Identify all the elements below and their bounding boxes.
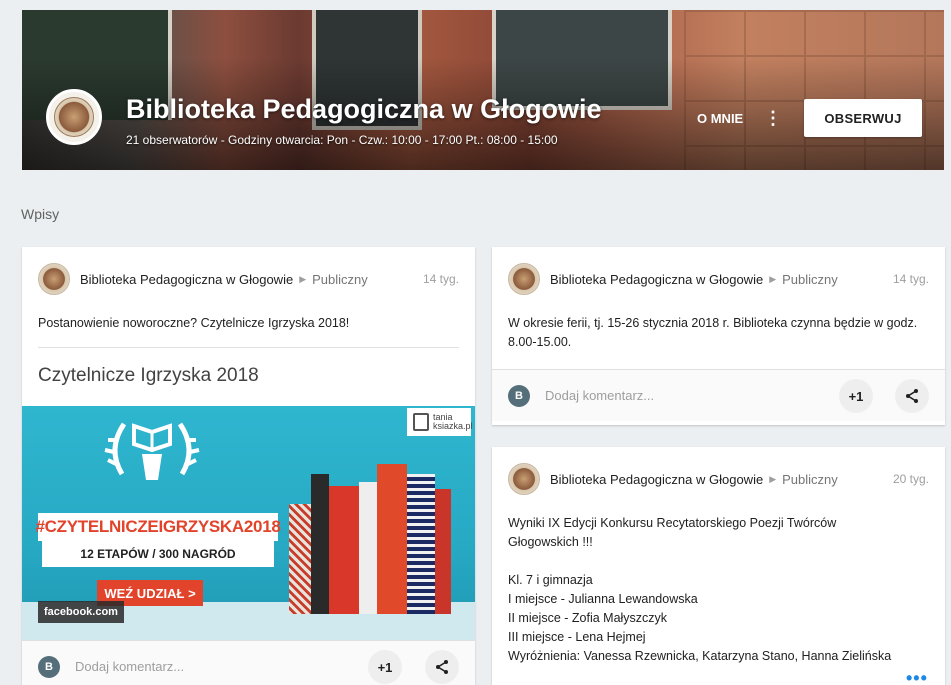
- library-logo-icon: [54, 97, 94, 137]
- comment-bar: B Dodaj komentarz... +1: [492, 369, 945, 421]
- post-header: Biblioteka Pedagogiczna w Głogowie ▶ Pub…: [508, 463, 929, 495]
- preview-stages: 12 ETAPÓW / 300 NAGRÓD: [42, 541, 274, 567]
- more-dots-icon[interactable]: •••: [906, 668, 928, 685]
- comment-input[interactable]: Dodaj komentarz...: [545, 388, 654, 403]
- post-header: Biblioteka Pedagogiczna w Głogowie ▶ Pub…: [38, 263, 459, 295]
- link-preview-image[interactable]: tania ksiazka.pl #CZYTELNICZEIGRZYSKA201…: [22, 406, 475, 640]
- divider: [38, 347, 459, 348]
- visibility-label[interactable]: Publiczny: [782, 272, 838, 287]
- post-card: Biblioteka Pedagogiczna w Głogowie ▶ Pub…: [22, 247, 475, 685]
- book-spine: [289, 504, 311, 614]
- post-time[interactable]: 14 tyg.: [893, 272, 929, 286]
- preview-source: facebook.com: [38, 601, 124, 623]
- post-time[interactable]: 14 tyg.: [423, 272, 459, 286]
- author-name[interactable]: Biblioteka Pedagogiczna w Głogowie: [550, 272, 763, 287]
- book-spine: [377, 464, 407, 614]
- page-subtitle: 21 obserwatorów - Godziny otwarcia: Pon …: [126, 133, 558, 147]
- post-text: Postanowienie noworoczne? Czytelnicze Ig…: [38, 316, 350, 330]
- post-line: II miejsce - Zofia Małyszczyk: [508, 611, 668, 625]
- post-text: Wyniki IX Edycji Konkursu Recytatorskieg…: [508, 514, 929, 666]
- follow-button[interactable]: OBSERWUJ: [804, 99, 922, 137]
- arrow-right-icon: ▶: [769, 273, 777, 284]
- laurel-book-icon: [104, 422, 200, 480]
- author-name[interactable]: Biblioteka Pedagogiczna w Głogowie: [80, 272, 293, 287]
- book-spine: [435, 489, 451, 614]
- post-header: Biblioteka Pedagogiczna w Głogowie ▶ Pub…: [508, 263, 929, 295]
- brand-logo: tania ksiazka.pl: [407, 408, 473, 436]
- post-line: Wyniki IX Edycji Konkursu Recytatorskieg…: [508, 516, 837, 530]
- book-spine: [311, 474, 329, 614]
- share-button[interactable]: [425, 650, 459, 684]
- profile-avatar[interactable]: [46, 89, 102, 145]
- page-title: Biblioteka Pedagogiczna w Głogowie: [126, 94, 602, 124]
- post-line: I miejsce - Julianna Lewandowska: [508, 592, 698, 606]
- about-link[interactable]: O MNIE: [697, 111, 743, 126]
- post-line: III miejsce - Lena Hejmej: [508, 630, 646, 644]
- author-name[interactable]: Biblioteka Pedagogiczna w Głogowie: [550, 472, 763, 487]
- post-text: W okresie ferii, tj. 15-26 stycznia 2018…: [508, 316, 918, 349]
- post-line: [508, 552, 929, 571]
- brand-logo-bottom: ksiazka.pl: [433, 421, 473, 431]
- plus-one-button[interactable]: +1: [368, 650, 402, 684]
- book-spine: [407, 474, 435, 614]
- comment-input[interactable]: Dodaj komentarz...: [75, 659, 184, 674]
- profile-cover: Biblioteka Pedagogiczna w Głogowie 21 ob…: [22, 10, 944, 170]
- visibility-label[interactable]: Publiczny: [782, 472, 838, 487]
- post-line: Wyróżnienia: Vanessa Rzewnicka, Katarzyn…: [508, 649, 892, 663]
- visibility-label[interactable]: Publiczny: [312, 272, 368, 287]
- user-avatar: B: [508, 385, 530, 407]
- author-avatar[interactable]: [508, 263, 540, 295]
- share-button[interactable]: [895, 379, 929, 413]
- user-avatar: B: [38, 656, 60, 678]
- share-icon: [906, 389, 918, 403]
- link-title[interactable]: Czytelnicze Igrzyska 2018: [38, 365, 259, 387]
- post-line: Głogowskich !!!: [508, 535, 593, 549]
- post-card: Biblioteka Pedagogiczna w Głogowie ▶ Pub…: [492, 247, 945, 425]
- book-spine: [329, 486, 359, 614]
- plus-one-button[interactable]: +1: [839, 379, 873, 413]
- post-line: Kl. 7 i gimnazja: [508, 573, 593, 587]
- arrow-right-icon: ▶: [769, 473, 777, 484]
- book-spine: [359, 482, 377, 614]
- comment-bar: B Dodaj komentarz... +1: [22, 640, 475, 685]
- section-label-posts: Wpisy: [21, 206, 60, 222]
- arrow-right-icon: ▶: [299, 273, 307, 284]
- more-options-icon[interactable]: ⋮: [764, 108, 782, 129]
- preview-hashtag: #CZYTELNICZEIGRZYSKA2018: [35, 513, 281, 541]
- gift-icon: [413, 413, 429, 431]
- author-avatar[interactable]: [508, 463, 540, 495]
- share-icon: [436, 660, 448, 674]
- post-card: Biblioteka Pedagogiczna w Głogowie ▶ Pub…: [492, 447, 945, 685]
- post-time[interactable]: 20 tyg.: [893, 472, 929, 486]
- author-avatar[interactable]: [38, 263, 70, 295]
